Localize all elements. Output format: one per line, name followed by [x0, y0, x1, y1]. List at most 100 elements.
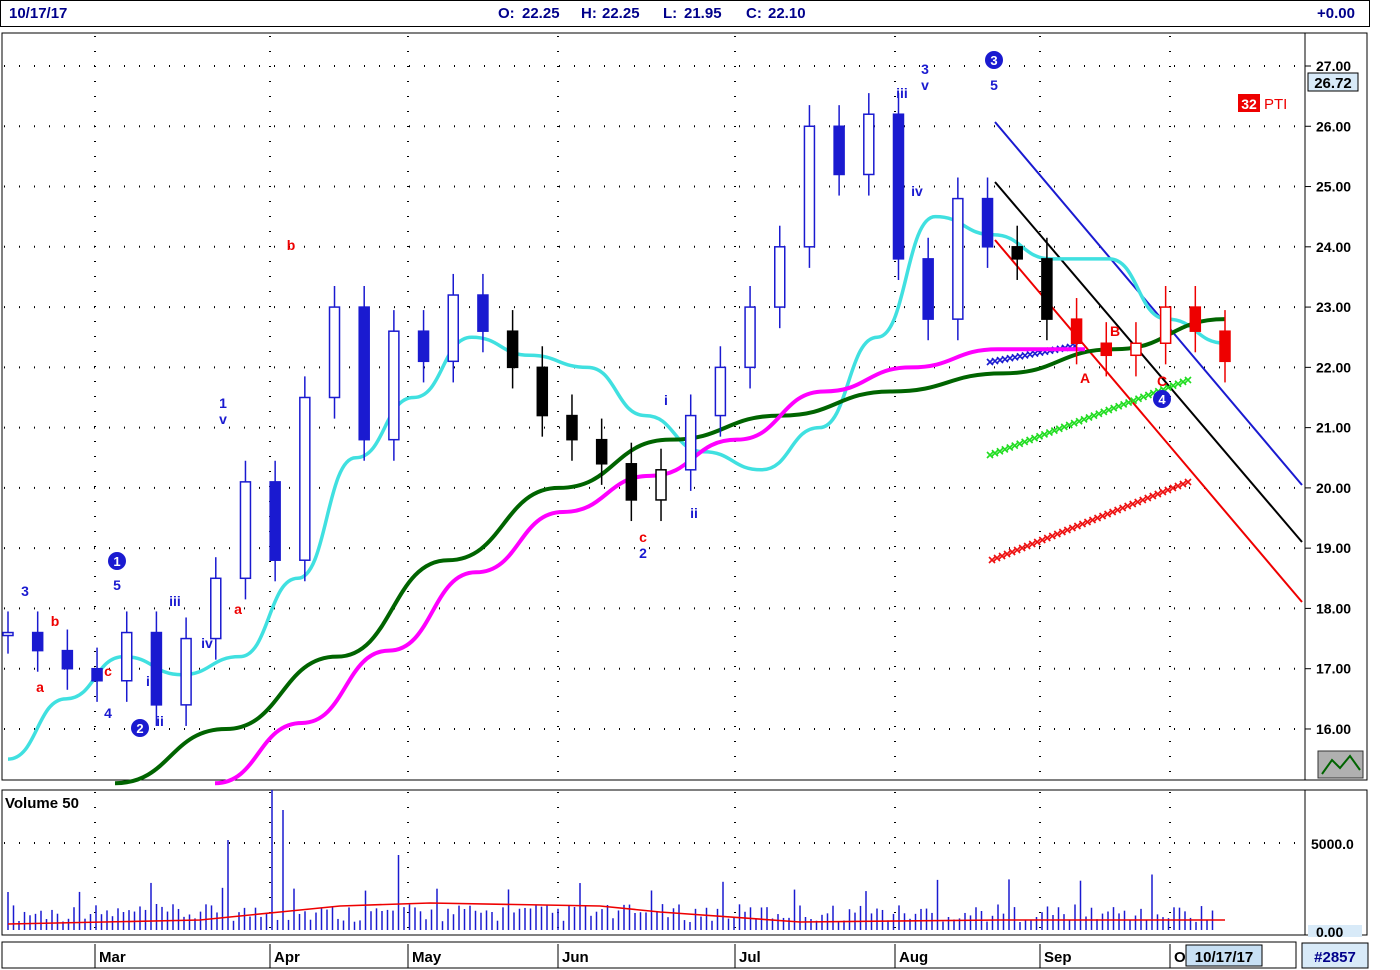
wave-label: 5 [990, 77, 998, 93]
month-label: Sep [1044, 949, 1072, 966]
month-label: Jul [739, 949, 761, 966]
wave-label: iv [911, 183, 923, 199]
wave-label: 1 [113, 554, 120, 569]
candle-body [1100, 342, 1113, 357]
month-label: O [1174, 949, 1186, 966]
candle-body [210, 577, 222, 640]
candle-body [269, 481, 281, 561]
wave-label: i [664, 392, 668, 408]
candle-body [684, 414, 697, 471]
candle-body [863, 113, 875, 176]
candle-body [1070, 318, 1083, 344]
wave-label: 3 [21, 583, 29, 599]
y-tick-label: 23.00 [1316, 299, 1351, 315]
change-value: +0.00 [1317, 5, 1355, 22]
wave-label: 2 [639, 545, 647, 561]
wave-label: C [1157, 373, 1167, 389]
wave-label: 5 [113, 577, 121, 593]
month-label: Mar [99, 949, 126, 966]
candle-body [833, 125, 845, 176]
candle-body [239, 481, 252, 580]
candle-body [417, 330, 430, 363]
wave-label: a [234, 601, 242, 617]
quote-date: 10/17/17 [9, 5, 68, 22]
wave-label: 4 [1158, 392, 1166, 407]
wave-label: i [146, 673, 150, 689]
y-tick-label: 20.00 [1316, 480, 1351, 496]
y-tick-label: 17.00 [1316, 661, 1351, 677]
chart-canvas: 27.0026.0025.0024.0023.0022.0021.0020.00… [1, 32, 1369, 969]
wave-label: a [36, 679, 44, 695]
candle-body [388, 330, 400, 441]
candle-body [120, 631, 133, 682]
footer-bar [1, 941, 1297, 969]
wave-label: 2 [136, 721, 143, 736]
candle-body [91, 667, 103, 682]
wave-label: iii [169, 593, 181, 609]
high-value: 22.25 [602, 5, 640, 22]
volume-tick-5000: 5000.0 [1311, 836, 1354, 852]
symbol-number[interactable]: #2857 [1314, 949, 1356, 966]
pti-badge-label: PTI [1264, 96, 1287, 113]
month-label: Apr [274, 949, 300, 966]
candle-body [655, 469, 667, 501]
volume-title: Volume 50 [5, 795, 79, 812]
y-tick-label: 22.00 [1316, 359, 1351, 375]
candle-body [536, 366, 549, 417]
candle-body [595, 438, 608, 465]
candle-body [1041, 258, 1053, 320]
candle-body [625, 463, 638, 501]
candle-body [1219, 330, 1231, 363]
candle-body [180, 637, 192, 706]
month-label: Aug [899, 949, 928, 966]
cursor-date: 10/17/17 [1195, 949, 1253, 966]
y-tick-label: 25.00 [1316, 179, 1351, 195]
candle-body [1189, 306, 1202, 332]
candle-body [299, 396, 311, 561]
wave-label: b [287, 237, 296, 253]
low-value: 21.95 [684, 5, 722, 22]
candle-body [31, 631, 44, 652]
quote-header: 10/17/17 O: 22.25 H: 22.25 L: 21.95 C: 2… [0, 0, 1370, 27]
candle-body [506, 330, 519, 369]
candle-body [803, 125, 816, 248]
wave-label: ii [690, 505, 698, 521]
candle-body [566, 414, 578, 441]
candle-body [1130, 342, 1142, 357]
wave-label: c [104, 663, 112, 679]
y-tick-label: 16.00 [1316, 721, 1351, 737]
wave-label: 1 [219, 395, 227, 411]
volume-tick-0: 0.00 [1316, 924, 1343, 940]
close-value: 22.10 [768, 5, 806, 22]
low-label: L: [663, 5, 678, 22]
candle-body [744, 306, 756, 369]
y-tick-label: 24.00 [1316, 239, 1351, 255]
candle-body [358, 306, 370, 441]
open-label: O: [498, 5, 515, 22]
high-label: H: [581, 5, 597, 22]
candle-body [774, 246, 786, 308]
wave-label: B [1110, 323, 1120, 339]
candle-body [328, 306, 341, 399]
month-label: May [412, 949, 442, 966]
wave-label: iv [201, 635, 213, 651]
candle-body [981, 197, 994, 248]
wave-label: v [219, 411, 227, 427]
y-tick-label: 19.00 [1316, 540, 1351, 556]
wave-label: 3 [990, 53, 997, 68]
close-label: C: [746, 5, 762, 22]
candle-body [150, 631, 163, 706]
candle-body [1159, 306, 1172, 344]
wave-label: v [921, 77, 929, 93]
candle-body [892, 113, 905, 260]
pti-badge-count: 32 [1241, 96, 1257, 112]
candle-body [952, 197, 964, 320]
wave-label: b [51, 613, 60, 629]
open-value: 22.25 [522, 5, 560, 22]
candle-body [477, 294, 489, 332]
candle-body [1011, 246, 1023, 260]
wave-label: c [639, 529, 647, 545]
last-price: 26.72 [1314, 75, 1352, 92]
wave-label: A [1080, 370, 1090, 386]
wave-label: 4 [104, 705, 112, 721]
